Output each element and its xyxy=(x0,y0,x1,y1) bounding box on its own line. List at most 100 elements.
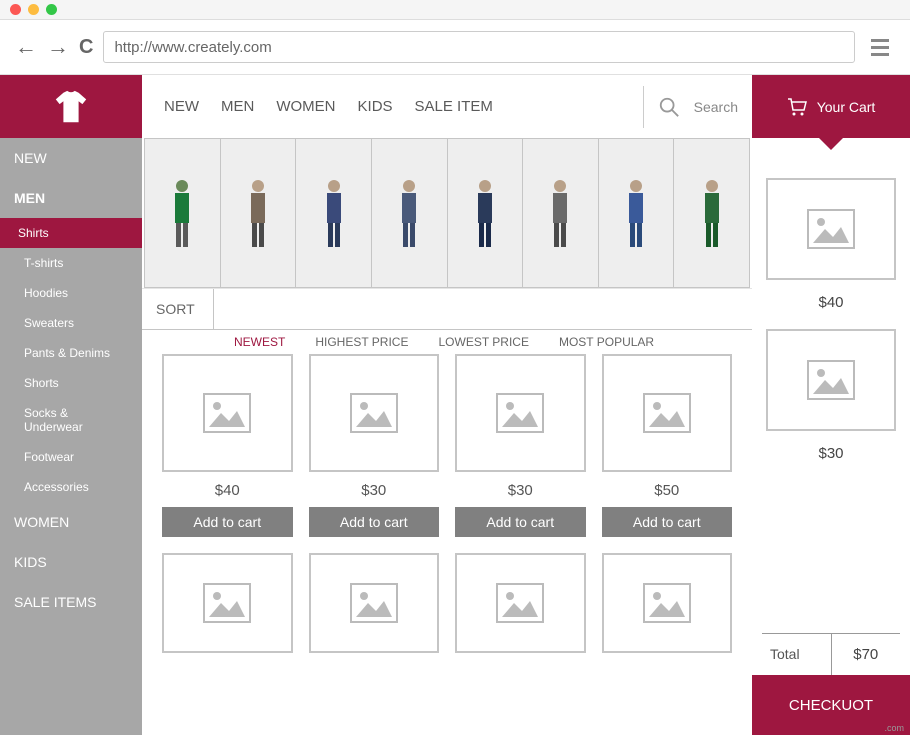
nav-kids[interactable]: KIDS xyxy=(358,98,393,115)
cart-label: Your Cart xyxy=(817,99,876,115)
hero-image xyxy=(372,139,448,287)
image-placeholder-icon xyxy=(643,393,691,433)
hero-image xyxy=(599,139,675,287)
sidebar-subitem-footwear[interactable]: Footwear xyxy=(0,442,142,472)
tshirt-icon xyxy=(52,88,90,126)
maximize-dot[interactable] xyxy=(46,4,57,15)
product-card: $40 Add to cart xyxy=(162,354,293,537)
sidebar: NEW MEN Shirts T-shirts Hoodies Sweaters… xyxy=(0,75,142,735)
nav-men[interactable]: MEN xyxy=(221,98,254,115)
add-to-cart-button[interactable]: Add to cart xyxy=(455,507,586,537)
sort-newest[interactable]: NEWEST xyxy=(234,335,285,349)
cart-panel: Your Cart $40 $30 Total $70 CHECKUOT xyxy=(752,75,910,735)
product-price: $50 xyxy=(654,482,679,499)
nav-sale[interactable]: SALE ITEM xyxy=(415,98,493,115)
product-card xyxy=(602,553,733,663)
product-card: $50 Add to cart xyxy=(602,354,733,537)
hamburger-menu-icon[interactable] xyxy=(865,39,895,56)
cart-total-label: Total xyxy=(762,634,832,675)
cart-item-price: $30 xyxy=(818,445,843,462)
image-placeholder-icon xyxy=(496,393,544,433)
minimize-dot[interactable] xyxy=(28,4,39,15)
product-image[interactable] xyxy=(455,553,586,653)
main-content: NEW MEN WOMEN KIDS SALE ITEM Search xyxy=(142,75,752,735)
product-image[interactable] xyxy=(162,354,293,472)
image-placeholder-icon xyxy=(807,360,855,400)
cart-item: $40 xyxy=(766,178,896,311)
sidebar-item-sale[interactable]: SALE ITEMS xyxy=(0,582,142,622)
product-image[interactable] xyxy=(455,354,586,472)
sort-highest-price[interactable]: HIGHEST PRICE xyxy=(315,335,408,349)
sidebar-item-kids[interactable]: KIDS xyxy=(0,542,142,582)
cart-total-value: $70 xyxy=(832,634,901,675)
add-to-cart-button[interactable]: Add to cart xyxy=(309,507,440,537)
sidebar-subitem-hoodies[interactable]: Hoodies xyxy=(0,278,142,308)
sort-most-popular[interactable]: MOST POPULAR xyxy=(559,335,654,349)
product-image[interactable] xyxy=(602,354,733,472)
nav-women[interactable]: WOMEN xyxy=(276,98,335,115)
product-grid: $40 Add to cart $30 Add to cart $30 Add … xyxy=(142,354,752,663)
product-price: $40 xyxy=(215,482,240,499)
search-placeholder: Search xyxy=(694,99,738,115)
watermark: .com xyxy=(884,723,904,733)
hero-image xyxy=(523,139,599,287)
url-input[interactable] xyxy=(103,31,855,63)
close-dot[interactable] xyxy=(10,4,21,15)
sidebar-item-men[interactable]: MEN xyxy=(0,178,142,218)
hero-image xyxy=(145,139,221,287)
hero-image xyxy=(674,139,749,287)
cart-arrow-icon xyxy=(819,138,843,150)
cart-header[interactable]: Your Cart xyxy=(752,75,910,138)
logo[interactable] xyxy=(0,75,142,138)
sort-bar: SORT xyxy=(142,288,752,330)
image-placeholder-icon xyxy=(807,209,855,249)
search-box[interactable]: Search xyxy=(643,86,752,128)
product-card xyxy=(455,553,586,663)
back-button[interactable]: ← xyxy=(15,34,37,60)
image-placeholder-icon xyxy=(203,393,251,433)
cart-items: $40 $30 xyxy=(752,138,910,633)
product-image[interactable] xyxy=(309,354,440,472)
sort-label: SORT xyxy=(156,289,214,329)
sidebar-subitem-pants[interactable]: Pants & Denims xyxy=(0,338,142,368)
product-image[interactable] xyxy=(162,553,293,653)
sidebar-item-women[interactable]: WOMEN xyxy=(0,502,142,542)
top-bar: NEW MEN WOMEN KIDS SALE ITEM Search xyxy=(142,75,752,138)
product-price: $30 xyxy=(361,482,386,499)
cart-total: Total $70 xyxy=(762,633,900,675)
forward-button[interactable]: → xyxy=(47,34,69,60)
sidebar-subitem-shirts[interactable]: Shirts xyxy=(0,218,142,248)
browser-toolbar: ← → C xyxy=(0,20,910,75)
add-to-cart-button[interactable]: Add to cart xyxy=(162,507,293,537)
cart-item-price: $40 xyxy=(818,294,843,311)
cart-item-image[interactable] xyxy=(766,329,896,431)
image-placeholder-icon xyxy=(350,583,398,623)
sidebar-subitem-shorts[interactable]: Shorts xyxy=(0,368,142,398)
sidebar-item-new[interactable]: NEW xyxy=(0,138,142,178)
sidebar-subitem-accessories[interactable]: Accessories xyxy=(0,472,142,502)
product-image[interactable] xyxy=(602,553,733,653)
product-card xyxy=(309,553,440,663)
cart-icon xyxy=(787,98,807,116)
image-placeholder-icon xyxy=(350,393,398,433)
hero-banner xyxy=(144,138,750,288)
product-price: $30 xyxy=(508,482,533,499)
sidebar-subitem-sweaters[interactable]: Sweaters xyxy=(0,308,142,338)
reload-button[interactable]: C xyxy=(79,36,93,59)
product-card xyxy=(162,553,293,663)
sort-lowest-price[interactable]: LOWEST PRICE xyxy=(438,335,528,349)
product-card: $30 Add to cart xyxy=(455,354,586,537)
product-card: $30 Add to cart xyxy=(309,354,440,537)
add-to-cart-button[interactable]: Add to cart xyxy=(602,507,733,537)
hero-image xyxy=(296,139,372,287)
sidebar-subitem-tshirts[interactable]: T-shirts xyxy=(0,248,142,278)
image-placeholder-icon xyxy=(643,583,691,623)
cart-item-image[interactable] xyxy=(766,178,896,280)
hero-image xyxy=(221,139,297,287)
sidebar-subitem-socks[interactable]: Socks & Underwear xyxy=(0,398,142,442)
product-image[interactable] xyxy=(309,553,440,653)
search-icon xyxy=(658,96,680,118)
window-titlebar xyxy=(0,0,910,20)
nav-new[interactable]: NEW xyxy=(164,98,199,115)
image-placeholder-icon xyxy=(496,583,544,623)
